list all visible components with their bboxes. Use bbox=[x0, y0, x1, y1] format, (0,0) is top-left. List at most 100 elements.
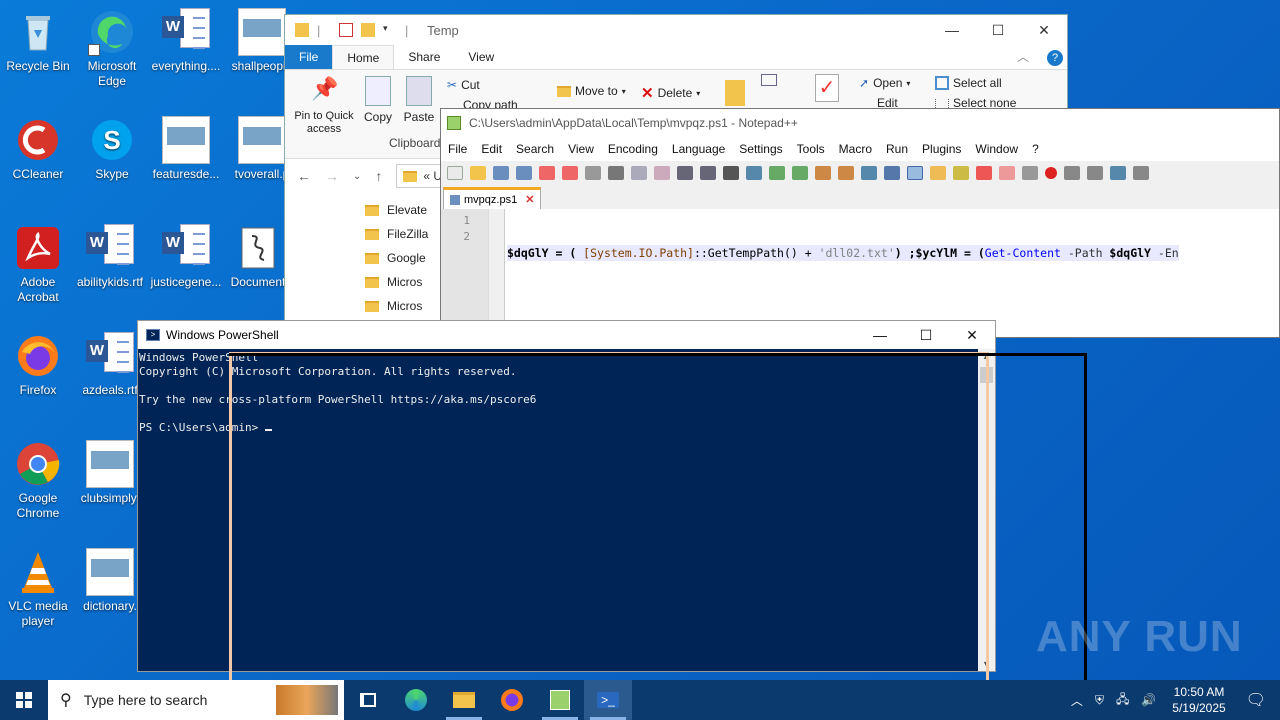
desktop-icon-recycle-bin[interactable]: Recycle Bin bbox=[0, 8, 76, 74]
maximize-button[interactable]: ☐ bbox=[903, 321, 949, 349]
chevron-down-icon[interactable]: ⌄ bbox=[353, 171, 361, 182]
folder-workspace-icon[interactable] bbox=[999, 166, 1015, 180]
new-file-icon[interactable] bbox=[447, 166, 463, 180]
select-none-button[interactable]: Select none bbox=[935, 98, 1016, 108]
save-all-icon[interactable] bbox=[516, 166, 532, 180]
scrollbar-thumb[interactable] bbox=[980, 367, 993, 383]
security-icon[interactable]: ⛨ bbox=[1089, 693, 1110, 708]
desktop-icon-abilitykids[interactable]: W abilitykids.rtf bbox=[72, 224, 148, 290]
desktop-icon-acrobat[interactable]: Adobe Acrobat bbox=[0, 224, 76, 305]
paste-button[interactable]: Paste bbox=[403, 76, 435, 124]
desktop-icon-everything[interactable]: W everything.... bbox=[148, 8, 224, 74]
menu-run[interactable]: Run bbox=[879, 142, 915, 156]
scroll-up-icon[interactable]: ▲ bbox=[982, 351, 991, 361]
start-button[interactable] bbox=[0, 680, 48, 720]
stop-macro-icon[interactable] bbox=[1064, 166, 1080, 180]
properties-icon[interactable] bbox=[339, 23, 353, 37]
new-item-button[interactable] bbox=[761, 74, 783, 86]
paste-icon[interactable] bbox=[654, 166, 670, 180]
save-icon[interactable] bbox=[493, 166, 509, 180]
task-view-button[interactable] bbox=[344, 680, 392, 720]
delete-button[interactable]: ✕ Delete ▾ bbox=[641, 84, 700, 102]
save-macro-icon[interactable] bbox=[1133, 166, 1149, 180]
close-tab-icon[interactable]: ✕ bbox=[525, 193, 534, 206]
taskbar-search[interactable]: ⚲ Type here to search bbox=[48, 680, 344, 720]
network-icon[interactable]: 🖧 bbox=[1110, 690, 1135, 711]
maximize-button[interactable]: ☐ bbox=[975, 15, 1021, 45]
close-all-icon[interactable] bbox=[562, 166, 578, 180]
back-arrow-icon[interactable]: ← bbox=[297, 168, 311, 184]
copy-icon[interactable] bbox=[631, 166, 647, 180]
menu-edit[interactable]: Edit bbox=[474, 142, 509, 156]
copy-button[interactable]: Copy bbox=[363, 76, 393, 124]
play-macro-icon[interactable] bbox=[1087, 166, 1103, 180]
sync-v-icon[interactable] bbox=[815, 166, 831, 180]
record-macro-icon[interactable] bbox=[1045, 167, 1057, 179]
new-folder-icon[interactable] bbox=[361, 23, 375, 37]
nav-folder-item[interactable]: Elevate bbox=[365, 198, 428, 222]
pin-quick-access-button[interactable]: 📌 Pin to Quick access bbox=[291, 76, 357, 136]
console-output[interactable]: Windows PowerShell Copyright (C) Microso… bbox=[138, 349, 978, 671]
desktop-icon-justicegene[interactable]: W justicegene... bbox=[148, 224, 224, 290]
scroll-down-icon[interactable]: ▼ bbox=[982, 659, 991, 669]
menu-language[interactable]: Language bbox=[665, 142, 732, 156]
minimize-button[interactable]: — bbox=[857, 321, 903, 349]
volume-icon[interactable]: 🔊 bbox=[1135, 693, 1162, 707]
edit-button[interactable]: Edit bbox=[859, 98, 898, 108]
indent-guide-icon[interactable] bbox=[907, 166, 923, 180]
zoom-out-icon[interactable] bbox=[792, 166, 808, 180]
menu-encoding[interactable]: Encoding bbox=[601, 142, 665, 156]
replace-icon[interactable] bbox=[746, 166, 762, 180]
doc-map-icon[interactable] bbox=[953, 166, 969, 180]
open-button[interactable]: ➚ Open ▾ bbox=[859, 76, 910, 90]
show-all-chars-icon[interactable] bbox=[884, 166, 900, 180]
run-macro-multiple-icon[interactable] bbox=[1110, 166, 1126, 180]
open-file-icon[interactable] bbox=[470, 166, 486, 180]
code-text[interactable]: $dqGlY = ( [System.IO.Path]::GetTempPath… bbox=[505, 209, 1179, 337]
taskbar-notepadpp[interactable] bbox=[536, 680, 584, 720]
up-arrow-icon[interactable]: ↑ bbox=[375, 168, 382, 184]
menu-settings[interactable]: Settings bbox=[732, 142, 789, 156]
zoom-in-icon[interactable] bbox=[769, 166, 785, 180]
close-button[interactable]: ✕ bbox=[949, 321, 995, 349]
cut-icon[interactable] bbox=[608, 166, 624, 180]
taskbar-firefox[interactable] bbox=[488, 680, 536, 720]
menu-plugins[interactable]: Plugins bbox=[915, 142, 968, 156]
nav-folder-item[interactable]: FileZilla bbox=[365, 222, 428, 246]
powershell-window[interactable]: > Windows PowerShell — ☐ ✕ Windows Power… bbox=[137, 320, 996, 672]
taskbar-edge[interactable] bbox=[392, 680, 440, 720]
tab-view[interactable]: View bbox=[454, 45, 508, 69]
desktop-icon-vlc[interactable]: VLC media player bbox=[0, 548, 76, 629]
nav-folder-item[interactable]: Micros bbox=[365, 294, 428, 318]
find-icon[interactable] bbox=[723, 166, 739, 180]
close-button[interactable]: ✕ bbox=[1021, 15, 1067, 45]
udl-icon[interactable] bbox=[930, 166, 946, 180]
menu-macro[interactable]: Macro bbox=[832, 142, 879, 156]
taskbar-powershell[interactable]: >_ bbox=[584, 680, 632, 720]
redo-icon[interactable] bbox=[700, 166, 716, 180]
nav-folder-item[interactable]: Google bbox=[365, 246, 428, 270]
menu-file[interactable]: File bbox=[441, 142, 474, 156]
forward-arrow-icon[interactable]: → bbox=[325, 168, 339, 184]
desktop-icon-skype[interactable]: S Skype bbox=[74, 116, 150, 182]
word-wrap-icon[interactable] bbox=[861, 166, 877, 180]
tab-mvpqz[interactable]: mvpqz.ps1 ✕ bbox=[443, 187, 542, 209]
help-icon[interactable]: ? bbox=[1043, 45, 1067, 69]
collapse-ribbon-icon[interactable]: ︿ bbox=[1003, 45, 1043, 69]
desktop-icon-chrome[interactable]: Google Chrome bbox=[0, 440, 76, 521]
tab-file[interactable]: File bbox=[285, 45, 333, 69]
sync-h-icon[interactable] bbox=[838, 166, 854, 180]
clock[interactable]: 10:50 AM 5/19/2025 bbox=[1162, 684, 1235, 716]
function-list-icon[interactable] bbox=[976, 166, 992, 180]
cut-button[interactable]: ✂ Cut bbox=[447, 78, 480, 92]
taskbar-file-explorer[interactable] bbox=[440, 680, 488, 720]
chevron-down-icon[interactable]: ▾ bbox=[383, 23, 397, 37]
desktop-icon-firefox[interactable]: Firefox bbox=[0, 332, 76, 398]
vertical-scrollbar[interactable]: ▲ ▼ bbox=[978, 349, 995, 671]
menu-tools[interactable]: Tools bbox=[790, 142, 832, 156]
menu-view[interactable]: View bbox=[561, 142, 601, 156]
notification-icon[interactable]: 🗨 bbox=[1236, 690, 1280, 710]
close-file-icon[interactable] bbox=[539, 166, 555, 180]
tab-share[interactable]: Share bbox=[394, 45, 454, 69]
menu-window[interactable]: Window bbox=[968, 142, 1025, 156]
